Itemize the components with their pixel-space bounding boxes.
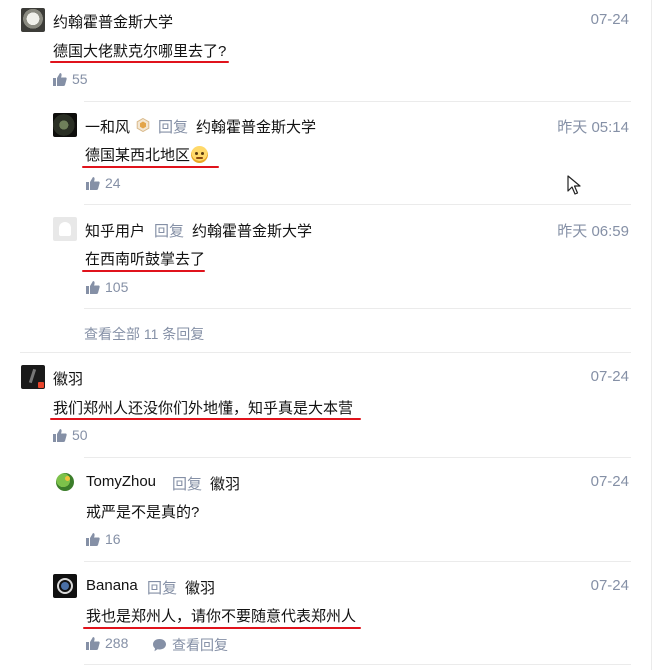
smile-emoji-icon: [191, 146, 209, 163]
thumbs-up-icon: [86, 281, 100, 294]
avatar[interactable]: [53, 113, 77, 137]
reply-label: 回复: [154, 223, 185, 240]
avatar[interactable]: [21, 8, 45, 32]
divider: [84, 204, 631, 205]
like-button[interactable]: 105: [86, 279, 128, 295]
scroll-edge-line: [651, 0, 652, 670]
like-count: 105: [105, 279, 129, 295]
thumbs-up-icon: [53, 73, 67, 86]
reply-label: 回复: [158, 119, 189, 136]
divider: [84, 664, 631, 665]
comment-text: 我也是郑州人，请你不要随意代表郑州人: [86, 608, 357, 625]
reply-label: 回复: [172, 476, 203, 493]
red-underline: [83, 627, 361, 629]
thumbs-up-icon: [86, 533, 100, 546]
comment-text-content: 德国某西北地区: [85, 147, 191, 164]
comment-text: 戒严是不是真的?: [86, 504, 200, 521]
like-button[interactable]: 50: [53, 427, 88, 443]
author-name[interactable]: Banana: [86, 577, 138, 594]
red-underline: [50, 418, 361, 420]
author-name[interactable]: 知乎用户: [85, 220, 145, 241]
mouse-cursor-icon: [567, 175, 581, 195]
avatar[interactable]: [53, 217, 77, 241]
red-underline: [82, 270, 205, 272]
like-button[interactable]: 24: [86, 175, 121, 191]
comment-time: 昨天 05:14: [557, 119, 629, 136]
comment-time: 07-24: [590, 11, 629, 28]
thumbs-up-icon: [53, 429, 67, 442]
view-replies-button[interactable]: 查看回复: [152, 635, 228, 655]
divider: [20, 352, 631, 353]
comment-text: 我们郑州人还没你们外地懂，知乎真是大本营: [53, 400, 354, 417]
comment-time: 07-24: [590, 473, 629, 490]
divider: [84, 561, 631, 562]
reply-to-name[interactable]: 约翰霍普金斯大学: [192, 220, 312, 241]
thumbs-up-icon: [86, 637, 100, 650]
like-button[interactable]: 16: [86, 531, 121, 547]
comment-time: 07-24: [590, 577, 629, 594]
comment-bubble-icon: [153, 639, 166, 652]
like-count: 24: [105, 175, 121, 191]
comment-time: 07-24: [590, 368, 629, 385]
author-name[interactable]: 约翰霍普金斯大学: [53, 11, 173, 32]
avatar[interactable]: [21, 365, 45, 389]
divider: [84, 457, 631, 458]
avatar[interactable]: [53, 574, 77, 598]
reply-to-name[interactable]: 约翰霍普金斯大学: [196, 116, 316, 137]
reply-to-name[interactable]: 徽羽: [210, 473, 240, 494]
author-name[interactable]: TomyZhou: [86, 473, 156, 490]
hexagon-badge-icon: [136, 118, 150, 132]
like-count: 16: [105, 531, 121, 547]
reply-to-name[interactable]: 徽羽: [185, 577, 215, 598]
comment-time: 昨天 06:59: [557, 223, 629, 240]
comment-text: 在西南听鼓掌去了: [85, 251, 206, 268]
like-count: 288: [105, 635, 129, 651]
like-count: 50: [72, 427, 88, 443]
divider: [84, 308, 631, 309]
thumbs-up-icon: [86, 177, 100, 190]
author-name[interactable]: 一和风: [85, 116, 130, 137]
comment-thread: 约翰霍普金斯大学 07-24 德国大佬默克尔哪里去了? 55 一和风 回复 约翰…: [0, 0, 655, 670]
divider: [84, 101, 631, 102]
reply-label: 回复: [147, 580, 178, 597]
red-underline: [82, 166, 219, 168]
like-button[interactable]: 55: [53, 71, 88, 87]
like-button[interactable]: 288: [86, 635, 128, 651]
comment-text: 德国大佬默克尔哪里去了?: [53, 43, 227, 60]
avatar[interactable]: [53, 470, 77, 494]
like-count: 55: [72, 71, 88, 87]
red-underline: [50, 61, 229, 63]
view-all-replies-link[interactable]: 查看全部 11 条回复: [84, 324, 204, 344]
view-replies-label: 查看回复: [172, 637, 228, 653]
comment-text: 德国某西北地区: [85, 144, 209, 165]
author-name[interactable]: 徽羽: [53, 368, 83, 389]
